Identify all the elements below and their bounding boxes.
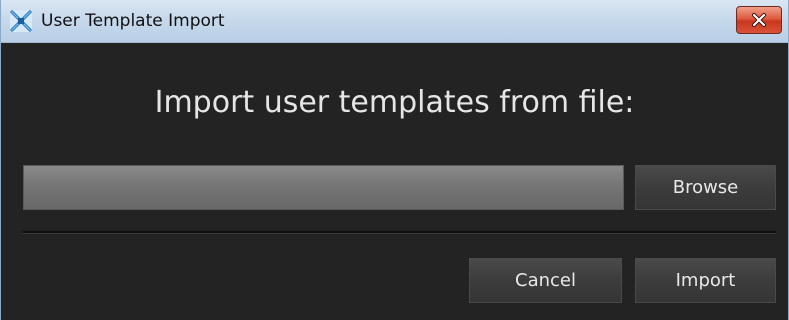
title-bar[interactable]: User Template Import	[1, 0, 788, 43]
dialog-heading: Import user templates from file:	[154, 85, 635, 120]
cancel-button[interactable]: Cancel	[469, 258, 622, 303]
file-path-input[interactable]	[23, 165, 624, 210]
window-title: User Template Import	[41, 11, 225, 31]
app-icon	[10, 10, 32, 32]
dialog-content: Import user templates from file: Browse …	[1, 43, 788, 320]
close-icon	[752, 13, 766, 27]
divider	[23, 231, 776, 234]
import-dialog-window: User Template Import Import user templat…	[0, 0, 789, 320]
close-button[interactable]	[736, 6, 782, 34]
browse-button[interactable]: Browse	[635, 165, 776, 210]
import-button[interactable]: Import	[635, 258, 776, 303]
